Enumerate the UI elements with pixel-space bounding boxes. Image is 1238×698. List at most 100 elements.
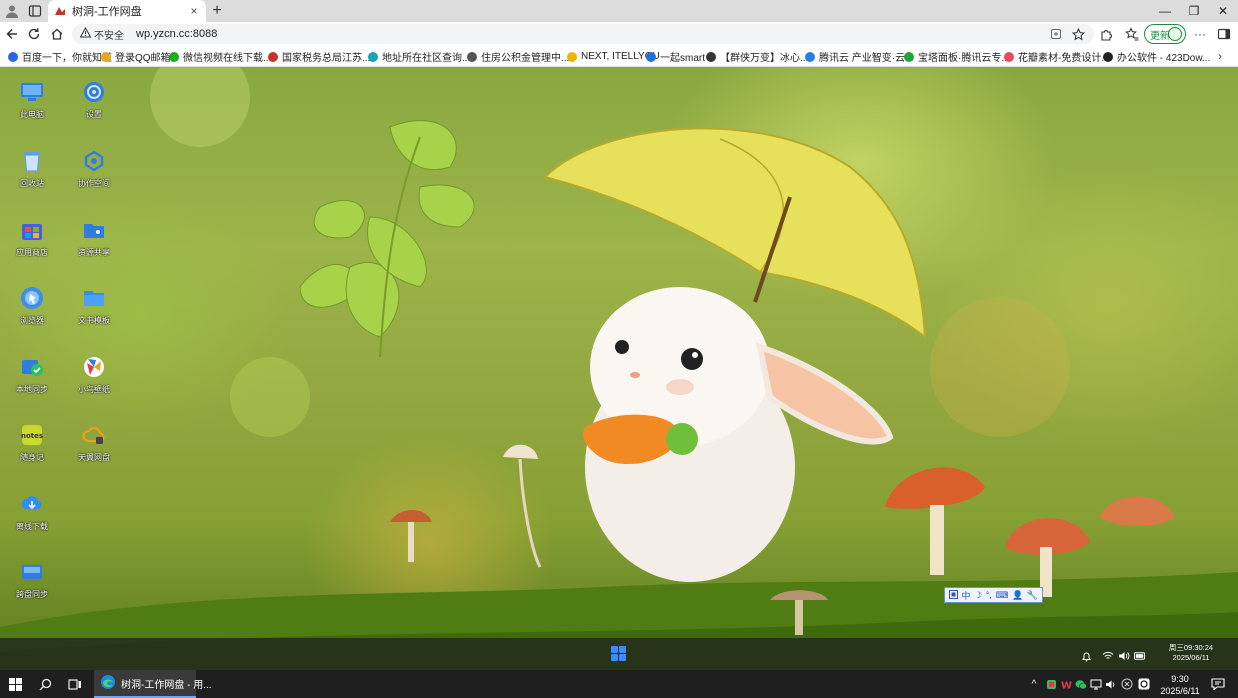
desktop-icon-collaboration[interactable]: 协作空间 bbox=[68, 146, 120, 204]
desktop-icon-notes[interactable]: notes 随身记 bbox=[6, 420, 58, 478]
tab-actions-icon[interactable] bbox=[27, 3, 43, 19]
home-button[interactable] bbox=[49, 26, 65, 42]
desktop-icon-recycle-bin[interactable]: 回收站 bbox=[6, 146, 58, 204]
inner-wifi-icon[interactable] bbox=[1102, 650, 1114, 662]
bookmark-item[interactable]: 【群侠万变】冰心... bbox=[706, 49, 808, 64]
new-tab-button[interactable]: + bbox=[208, 2, 226, 20]
ime-mode-chinese[interactable]: 中 bbox=[961, 589, 970, 602]
extensions-icon[interactable] bbox=[1098, 26, 1114, 42]
bookmark-item[interactable]: 微信视频在线下载... bbox=[169, 49, 271, 64]
inner-battery-icon[interactable] bbox=[1134, 650, 1146, 662]
web-clock-time: 周三09:30:24 bbox=[1168, 643, 1214, 652]
settings-menu-button[interactable]: ··· bbox=[1192, 26, 1208, 42]
ime-halfwidth-icon[interactable]: ☽ bbox=[974, 590, 982, 601]
ime-punctuation-icon[interactable]: °, bbox=[986, 590, 992, 600]
notification-bell-icon[interactable] bbox=[1080, 650, 1092, 662]
desktop-icon-settings[interactable]: 设置 bbox=[68, 77, 120, 135]
favorite-star-icon[interactable] bbox=[1070, 26, 1086, 42]
url-text[interactable]: wp.yzcn.cc:8088 bbox=[136, 28, 217, 40]
gear-icon bbox=[81, 79, 107, 105]
bookmark-item[interactable]: 地址所在社区查询... bbox=[368, 49, 470, 64]
tray-app-icon[interactable] bbox=[1045, 678, 1057, 690]
ime-toolbar[interactable]: 中 ☽ °, ⌨ 👤 🔧 bbox=[944, 587, 1043, 603]
show-hidden-icons-chevron-icon[interactable]: ^ bbox=[1028, 678, 1040, 690]
bunny-umbrella-wallpaper bbox=[0, 67, 1238, 670]
desktop-icon-document-templates[interactable]: 文书模板 bbox=[68, 283, 120, 341]
favorites-icon[interactable] bbox=[1124, 26, 1140, 42]
bookmarks-overflow-chevron-icon[interactable]: › bbox=[1218, 49, 1222, 63]
desktop-icon-app-store[interactable]: 应用商店 bbox=[6, 215, 58, 273]
bookmark-item[interactable]: 腾讯云 产业智变·云... bbox=[805, 49, 913, 64]
update-button[interactable]: 更新 bbox=[1144, 24, 1186, 44]
offline-download-icon bbox=[19, 491, 45, 517]
ime-keyboard-icon[interactable]: ⌨ bbox=[995, 590, 1008, 601]
desktop-icon-browser[interactable]: 浏览器 bbox=[6, 283, 58, 341]
cloud-drive-icon bbox=[81, 422, 107, 448]
tab-title: 树洞-工作网盘 bbox=[72, 6, 142, 18]
reload-button[interactable] bbox=[26, 26, 42, 42]
bookmark-favicon-icon bbox=[904, 51, 914, 62]
bookmark-item[interactable]: 办公软件 - 423Dow... bbox=[1103, 49, 1210, 64]
active-tab[interactable]: 树洞-工作网盘 × bbox=[48, 0, 206, 22]
svg-text:W: W bbox=[1061, 680, 1072, 690]
desktop-icon-resource-share[interactable]: 资源共享 bbox=[68, 215, 120, 273]
volume-icon[interactable] bbox=[1105, 678, 1117, 690]
bookmark-favicon-icon bbox=[467, 51, 477, 62]
system-date: 2025/6/11 bbox=[1160, 686, 1200, 696]
address-bar[interactable]: 不安全 wp.yzcn.cc:8088 bbox=[72, 24, 1094, 44]
bookmark-item[interactable]: 住房公积金管理中... bbox=[467, 49, 569, 64]
wechat-icon[interactable] bbox=[1075, 678, 1087, 690]
search-icon[interactable] bbox=[30, 670, 60, 698]
bookmark-favicon-icon bbox=[706, 51, 716, 62]
warning-icon[interactable] bbox=[79, 26, 92, 41]
bookmark-item[interactable]: 百度一下，你就知道 bbox=[8, 49, 112, 64]
security-label[interactable]: 不安全 bbox=[94, 27, 124, 42]
ime-user-icon[interactable]: 👤 bbox=[1012, 590, 1023, 601]
bookmark-item[interactable]: 一起smart bbox=[646, 49, 705, 64]
wps-office-icon[interactable]: W bbox=[1060, 678, 1072, 690]
profile-icon[interactable] bbox=[4, 3, 20, 19]
antivirus-icon[interactable] bbox=[1121, 678, 1133, 690]
desktop-icon-cross-drive-sync[interactable]: 跨盘同步 bbox=[6, 557, 58, 615]
update-status-icon bbox=[1168, 27, 1182, 41]
sidebar-toggle-icon[interactable] bbox=[1216, 26, 1232, 42]
bookmark-favicon-icon bbox=[368, 51, 378, 62]
minimize-button[interactable]: — bbox=[1150, 0, 1180, 22]
ime-logo-icon[interactable] bbox=[948, 589, 958, 601]
desktop-icon-offline-download[interactable]: 离线下载 bbox=[6, 489, 58, 547]
svg-text:notes: notes bbox=[21, 432, 43, 440]
inner-volume-icon[interactable] bbox=[1118, 650, 1130, 662]
desktop-icon-this-pc[interactable]: 此电脑 bbox=[6, 77, 58, 135]
tray-q-icon[interactable] bbox=[1138, 678, 1150, 690]
bookmark-favicon-icon bbox=[169, 51, 179, 62]
ime-tools-icon[interactable]: 🔧 bbox=[1027, 590, 1038, 601]
bookmark-item[interactable]: 宝塔面板·腾讯云专... bbox=[904, 49, 1010, 64]
tab-strip: 树洞-工作网盘 × + — ❐ ✕ bbox=[0, 0, 1238, 22]
taskbar-app-label: 树洞-工作网盘 - 用... bbox=[121, 679, 212, 691]
desktop-icon-bird-wallpaper[interactable]: 小鸟壁纸 bbox=[68, 352, 120, 410]
bookmark-item[interactable]: 登录QQ邮箱 bbox=[101, 49, 171, 64]
task-view-icon[interactable] bbox=[60, 670, 90, 698]
taskbar-edge-window[interactable]: 树洞-工作网盘 - 用... bbox=[94, 670, 212, 698]
restore-button[interactable]: ❐ bbox=[1179, 0, 1209, 22]
read-aloud-icon[interactable] bbox=[1048, 26, 1064, 42]
desktop-icon-tianyi-cloud[interactable]: 天翼网盘 bbox=[68, 420, 120, 478]
close-window-button[interactable]: ✕ bbox=[1208, 0, 1238, 22]
web-desktop: 此电脑 回收站 应用商店 浏览器 本地同步 notes 随身记 离线下载 跨盘同… bbox=[0, 67, 1238, 670]
windows-start-button[interactable] bbox=[0, 670, 30, 698]
bookmark-item[interactable]: 国家税务总局江苏... bbox=[268, 49, 370, 64]
app-store-icon bbox=[19, 217, 45, 243]
bookmark-favicon-icon bbox=[268, 51, 278, 62]
network-icon[interactable] bbox=[1090, 678, 1102, 690]
system-clock[interactable]: 9:30 2025/6/11 bbox=[1156, 673, 1204, 697]
web-start-menu-icon[interactable] bbox=[611, 646, 626, 661]
update-label: 更新 bbox=[1150, 30, 1170, 42]
browser-toolbar: 不安全 wp.yzcn.cc:8088 更新 ··· bbox=[0, 22, 1238, 46]
web-desktop-clock[interactable]: 周三09:30:24 2025/06/11 bbox=[1166, 643, 1216, 663]
desktop-icon-local-sync[interactable]: 本地同步 bbox=[6, 352, 58, 410]
tab-close-icon[interactable]: × bbox=[188, 4, 200, 18]
browser-icon bbox=[19, 285, 45, 311]
notification-center-icon[interactable] bbox=[1210, 677, 1226, 691]
bookmark-item[interactable]: 花瓣素材-免费设计... bbox=[1004, 49, 1110, 64]
back-button[interactable] bbox=[4, 26, 20, 42]
